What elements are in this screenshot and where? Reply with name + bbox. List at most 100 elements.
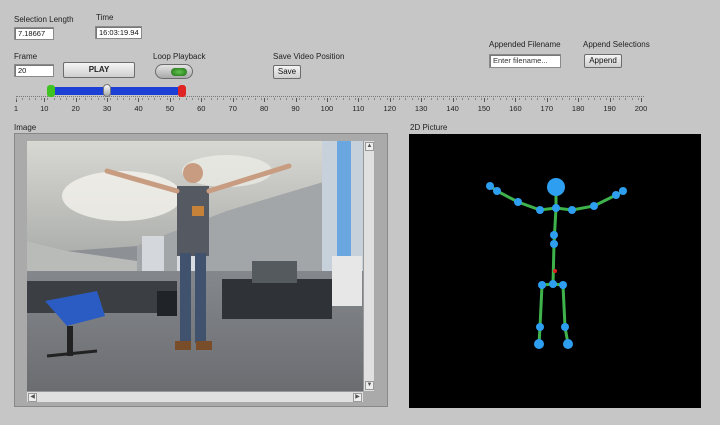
timeline-tick-label: 50: [165, 104, 175, 113]
scroll-right-icon[interactable]: ▶: [353, 393, 362, 402]
timeline-minor-tick: [493, 98, 495, 100]
timeline-minor-tick: [380, 98, 382, 100]
timeline-minor-tick: [47, 98, 49, 100]
timeline-minor-tick: [424, 98, 426, 100]
selection-length-label: Selection Length: [14, 15, 74, 24]
image-vertical-scrollbar[interactable]: ▲ ▼: [363, 141, 374, 391]
timeline-minor-tick: [480, 98, 482, 100]
timeline-tick-label: 100: [320, 104, 334, 113]
timeline-minor-tick: [147, 98, 149, 100]
timeline-minor-tick: [367, 98, 369, 100]
timeline-minor-tick: [549, 98, 551, 100]
save-button[interactable]: Save: [273, 65, 301, 79]
timeline-minor-tick: [129, 98, 131, 100]
timeline-tick: [389, 98, 391, 102]
image-horizontal-scrollbar[interactable]: ◀ ▶: [27, 391, 363, 402]
timeline-minor-tick: [499, 98, 501, 100]
timeline-minor-tick: [512, 98, 514, 100]
frame-label: Frame: [14, 52, 38, 61]
timeline-minor-tick: [556, 98, 558, 100]
timeline-tick-label: 110: [352, 104, 365, 113]
timeline-minor-tick: [405, 98, 407, 100]
timeline-minor-tick: [637, 98, 639, 100]
timeline-tick: [546, 98, 548, 102]
timeline-minor-tick: [16, 98, 17, 100]
timeline-minor-tick: [606, 98, 608, 100]
timeline-minor-tick: [543, 98, 545, 100]
timeline-minor-tick: [531, 98, 533, 100]
scroll-down-icon[interactable]: ▼: [365, 381, 374, 390]
timeline-tick-label: 90: [291, 104, 300, 113]
timeline-tick-label: 60: [197, 104, 206, 113]
timeline-minor-tick: [317, 98, 319, 100]
timeline-minor-tick: [279, 98, 281, 100]
timeline-minor-tick: [235, 98, 237, 100]
timeline-tick: [138, 98, 140, 102]
scroll-up-icon[interactable]: ▲: [365, 142, 374, 151]
timeline-minor-tick: [28, 98, 30, 100]
appended-filename-input[interactable]: Enter filename...: [489, 54, 561, 68]
timeline-tick: [44, 98, 46, 102]
skeleton-picture: [409, 134, 701, 408]
timeline-minor-tick: [587, 98, 589, 100]
timeline-minor-tick: [392, 98, 394, 100]
timeline-minor-tick: [210, 98, 212, 100]
timeline-tick-label: 1: [13, 104, 19, 113]
selection-end-handle[interactable]: [178, 85, 187, 97]
timeline-minor-tick: [311, 98, 313, 100]
time-label: Time: [96, 13, 114, 22]
selection-start-handle[interactable]: [46, 85, 55, 97]
timeline-minor-tick: [348, 98, 350, 100]
timeline-minor-tick: [85, 98, 87, 100]
selection-length-field[interactable]: 7.18667: [14, 27, 54, 40]
timeline-minor-tick: [91, 98, 93, 100]
timeline-minor-tick: [248, 98, 250, 100]
frame-field[interactable]: 20: [14, 64, 54, 77]
play-button[interactable]: PLAY: [63, 62, 135, 78]
timeline-minor-tick: [103, 98, 105, 100]
timeline-minor-tick: [223, 98, 225, 100]
center-of-mass-marker: [553, 269, 557, 273]
timeline-minor-tick: [173, 98, 175, 100]
timeline-minor-tick: [568, 98, 570, 100]
picture-panel-label: 2D Picture: [410, 123, 448, 132]
timeline-tick: [201, 98, 203, 102]
timeline-minor-tick: [217, 98, 218, 100]
timeline-tick-label: 20: [71, 104, 80, 113]
toggle-led-icon: [171, 68, 187, 76]
timeline-tick-label: 140: [446, 104, 459, 113]
timeline-minor-tick: [342, 98, 344, 100]
timeline-tick-label: 40: [134, 104, 143, 113]
timeline-minor-tick: [59, 98, 61, 100]
timeline-minor-tick: [66, 98, 68, 100]
timeline-minor-tick: [505, 98, 507, 100]
timeline-minor-tick: [135, 98, 137, 100]
append-button[interactable]: Append: [584, 54, 622, 68]
timeline-tick: [107, 98, 109, 102]
selection-range-bar[interactable]: [50, 87, 183, 95]
timeline-minor-tick: [430, 98, 432, 100]
timeline-minor-tick: [242, 98, 244, 100]
head-joint: [547, 178, 565, 196]
scroll-left-icon[interactable]: ◀: [28, 393, 37, 402]
timeline-tick: [483, 98, 485, 102]
loop-playback-toggle[interactable]: [155, 64, 193, 79]
timeline-tick-label: 180: [571, 104, 585, 113]
timeline-minor-tick: [581, 98, 583, 100]
timeline-minor-tick: [631, 98, 633, 100]
timeline-minor-tick: [518, 98, 520, 100]
timeline-minor-tick: [72, 98, 74, 100]
timeline-minor-tick: [41, 98, 43, 100]
timeline-minor-tick: [97, 98, 99, 100]
timeline-tick: [358, 98, 360, 102]
timeline-minor-tick: [267, 98, 269, 100]
timeline-tick-label: 160: [509, 104, 522, 113]
timeline-minor-tick: [487, 98, 489, 100]
timeline-minor-tick: [474, 98, 476, 100]
timeline-minor-tick: [298, 98, 300, 100]
time-field[interactable]: 16:03:19.94: [95, 26, 142, 39]
timeline-tick-label: 130: [414, 104, 428, 113]
timeline-tick: [641, 98, 642, 102]
timeline-minor-tick: [34, 98, 36, 100]
playhead-handle[interactable]: [103, 84, 112, 97]
